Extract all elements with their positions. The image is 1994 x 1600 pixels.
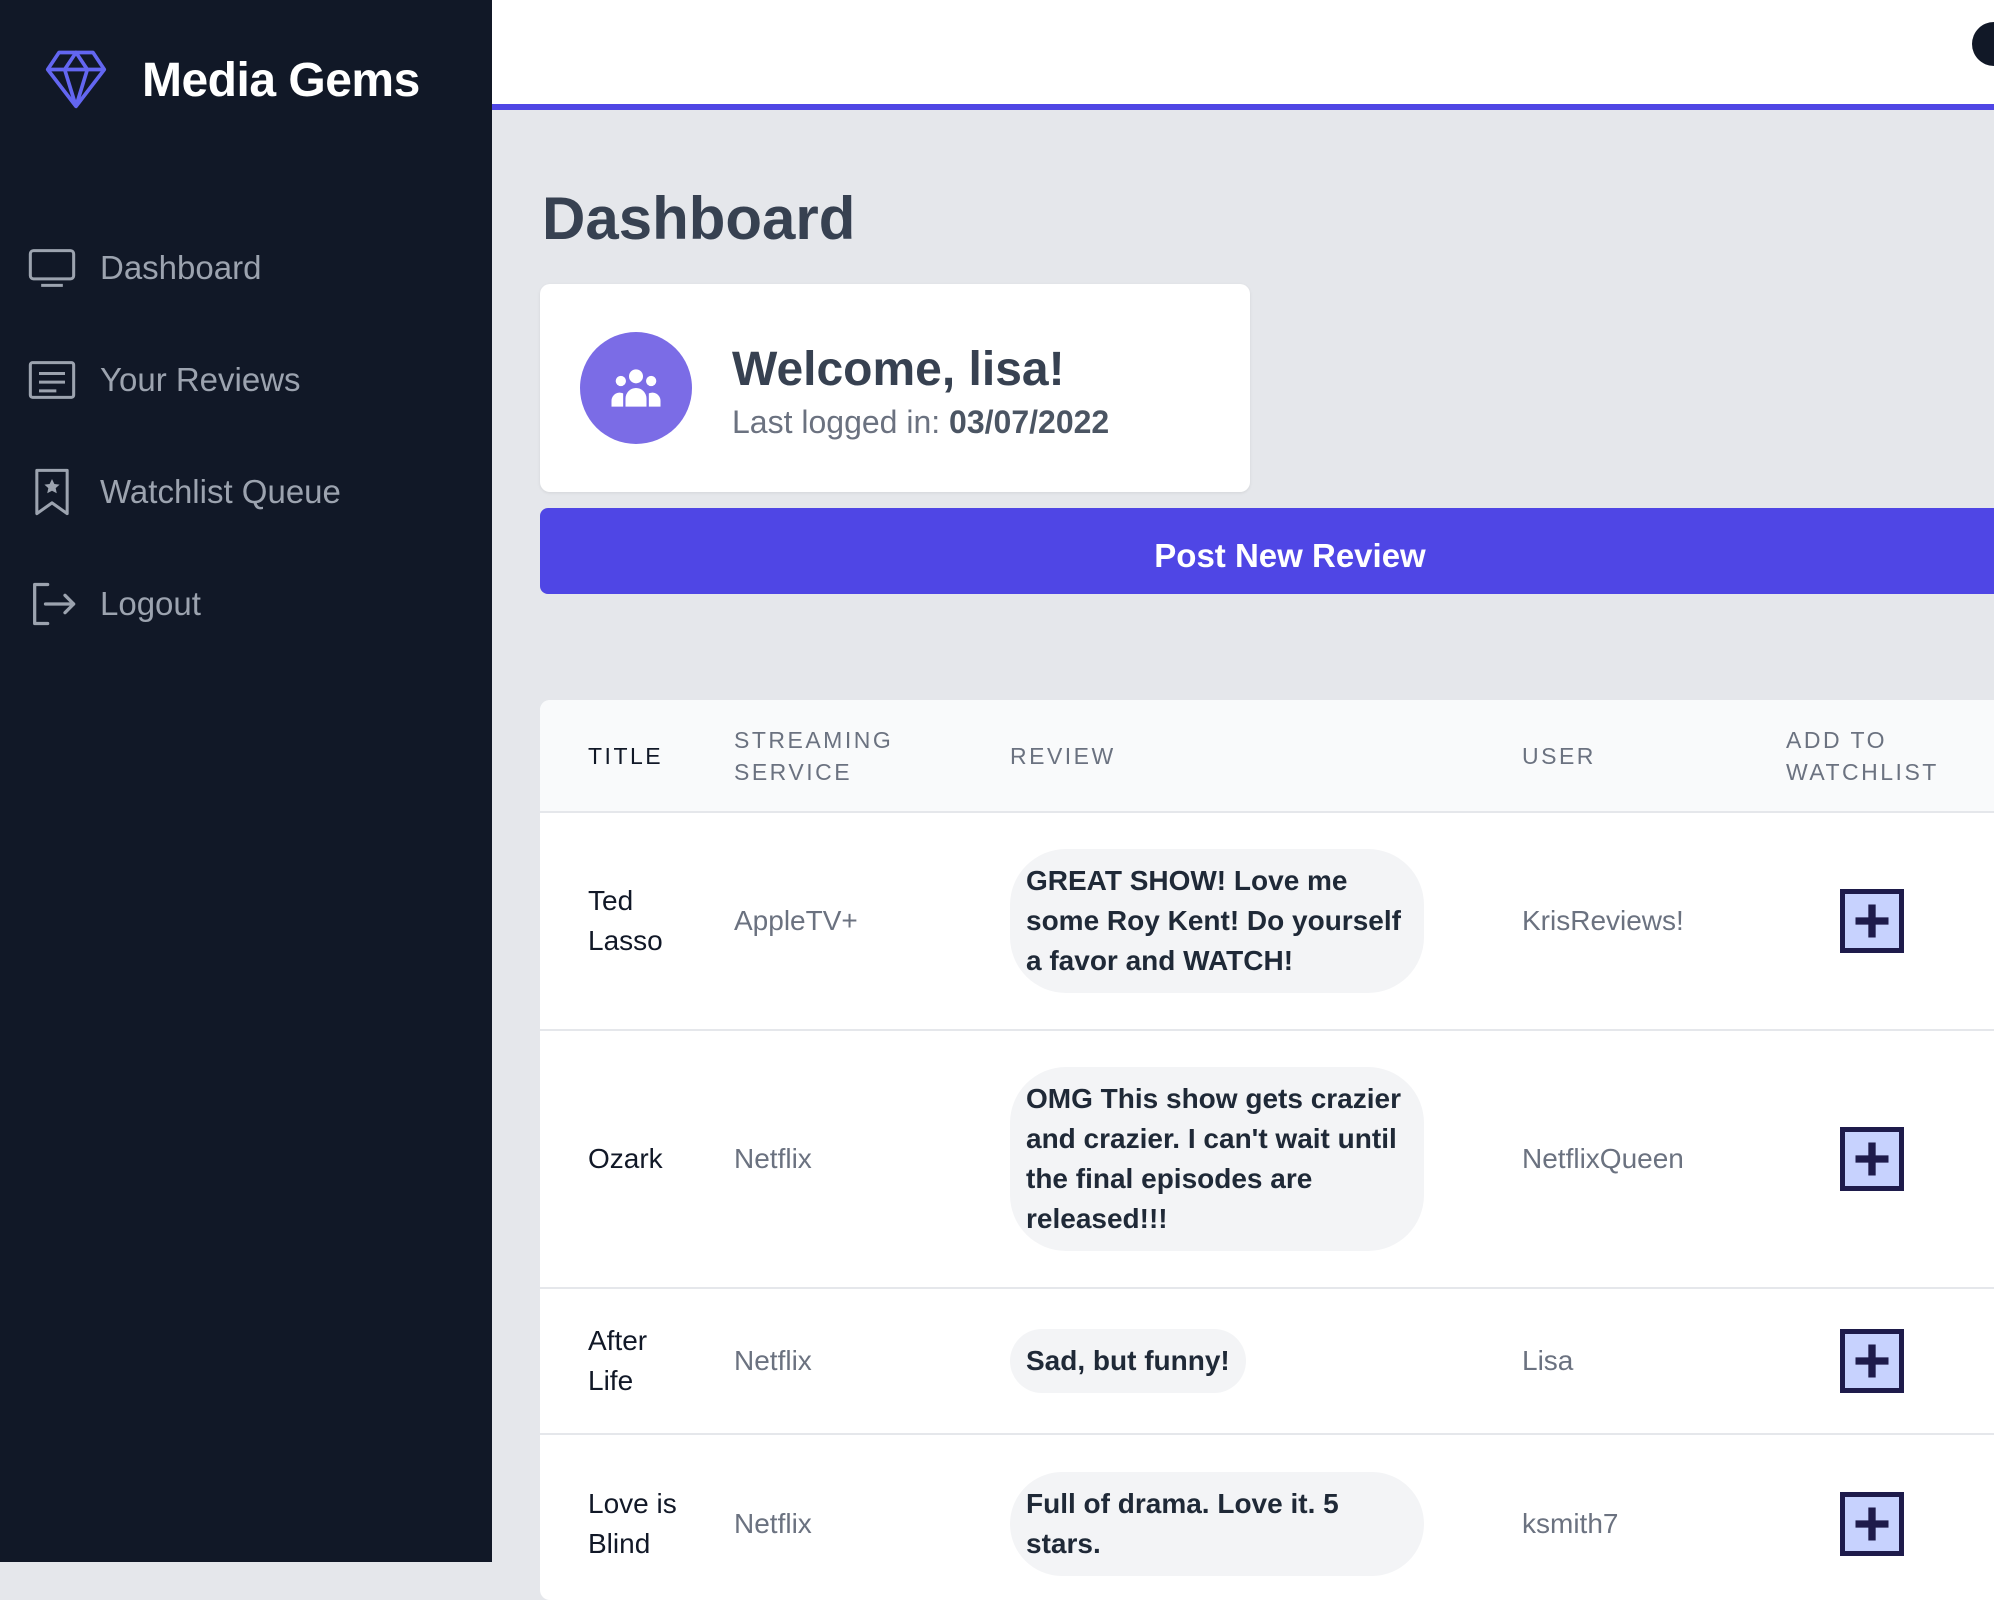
plus-icon [1855, 1507, 1889, 1541]
plus-icon [1855, 1142, 1889, 1176]
sidebar-item-label: Dashboard [100, 249, 262, 286]
table-row: Love is Blind Netflix Full of drama. Lov… [540, 1434, 1994, 1600]
sidebar-item-label: Your Reviews [100, 361, 301, 398]
last-logged-in: Last logged in: 03/07/2022 [732, 404, 1109, 441]
monitor-icon [26, 242, 78, 294]
reviews-table: Title Streaming Service Review User Add … [540, 700, 1994, 1600]
row-title: After Life [588, 1325, 648, 1396]
review-bubble: OMG This show gets crazier and crazier. … [1010, 1067, 1424, 1251]
add-to-watchlist-button[interactable] [1840, 1492, 1904, 1556]
user-group-icon [580, 332, 692, 444]
add-to-watchlist-button[interactable] [1840, 1329, 1904, 1393]
row-title: Ozark [588, 1143, 663, 1174]
plus-icon [1855, 1344, 1889, 1378]
table-row: Ted Lasso AppleTV+ GREAT SHOW! Love me s… [540, 812, 1994, 1030]
plus-icon [1855, 904, 1889, 938]
welcome-card: Welcome, lisa! Last logged in: 03/07/202… [540, 284, 1250, 492]
sidebar: Media Gems Dashboard Your Reviews Watchl… [0, 0, 492, 1562]
column-header-review: Review [1010, 742, 1116, 769]
add-to-watchlist-button[interactable] [1840, 889, 1904, 953]
main-content: Dashboard Welcome, lisa! Last logged in:… [492, 116, 1994, 1600]
review-bubble: Full of drama. Love it. 5 stars. [1010, 1472, 1424, 1576]
last-logged-label: Last logged in: [732, 404, 950, 440]
row-title: Ted Lasso [588, 885, 663, 956]
column-header-add-to-watchlist: Add to Watchlist [1786, 726, 1939, 785]
bookmark-star-icon [26, 466, 78, 518]
row-streaming-service: Netflix [734, 1143, 812, 1174]
row-user: NetflixQueen [1522, 1143, 1684, 1174]
logout-icon [26, 578, 78, 630]
sidebar-item-your-reviews[interactable]: Your Reviews [26, 324, 466, 436]
sidebar-item-label: Logout [100, 585, 201, 622]
app-name: Media Gems [142, 54, 420, 107]
row-streaming-service: Netflix [734, 1508, 812, 1539]
row-add-cell [1786, 1288, 1994, 1434]
review-bubble: Sad, but funny! [1010, 1329, 1246, 1393]
row-review: Sad, but funny! [1010, 1288, 1522, 1434]
avatar[interactable] [1972, 22, 1994, 66]
row-user: ksmith7 [1522, 1508, 1619, 1539]
document-list-icon [26, 354, 78, 406]
row-review: Full of drama. Love it. 5 stars. [1010, 1434, 1522, 1600]
row-streaming-service: Netflix [734, 1345, 812, 1376]
row-title: Love is Blind [588, 1488, 677, 1559]
row-add-cell [1786, 1030, 1994, 1288]
sidebar-item-dashboard[interactable]: Dashboard [26, 212, 466, 324]
row-streaming-service: AppleTV+ [734, 905, 858, 936]
sidebar-item-watchlist-queue[interactable]: Watchlist Queue [26, 436, 466, 548]
post-new-review-button[interactable]: Post New Review [540, 508, 1994, 594]
table-row: Ozark Netflix OMG This show gets crazier… [540, 1030, 1994, 1288]
add-to-watchlist-button[interactable] [1840, 1127, 1904, 1191]
last-logged-date: 03/07/2022 [949, 404, 1110, 440]
review-bubble: GREAT SHOW! Love me some Roy Kent! Do yo… [1010, 849, 1424, 993]
row-add-cell [1786, 1434, 1994, 1600]
sidebar-item-label: Watchlist Queue [100, 473, 341, 510]
welcome-title: Welcome, lisa! [732, 343, 1065, 396]
row-add-cell [1786, 812, 1994, 1030]
row-user: KrisReviews! [1522, 905, 1684, 936]
brand[interactable]: Media Gems [42, 44, 420, 117]
column-header-title: Title [588, 742, 664, 769]
sidebar-nav: Dashboard Your Reviews Watchlist Queue L… [26, 212, 466, 660]
reviews-table-card: Title Streaming Service Review User Add … [540, 700, 1994, 1600]
row-review: OMG This show gets crazier and crazier. … [1010, 1030, 1522, 1288]
row-review: GREAT SHOW! Love me some Roy Kent! Do yo… [1010, 812, 1522, 1030]
column-header-user: User [1522, 742, 1596, 769]
top-bar [492, 0, 1994, 110]
sidebar-item-logout[interactable]: Logout [26, 548, 466, 660]
row-user: Lisa [1522, 1345, 1574, 1376]
table-row: After Life Netflix Sad, but funny! Lisa [540, 1288, 1994, 1434]
column-header-streaming-service: Streaming Service [734, 726, 894, 785]
page-title: Dashboard [542, 185, 856, 252]
gem-icon [42, 44, 110, 117]
table-header-row: Title Streaming Service Review User Add … [540, 700, 1994, 812]
